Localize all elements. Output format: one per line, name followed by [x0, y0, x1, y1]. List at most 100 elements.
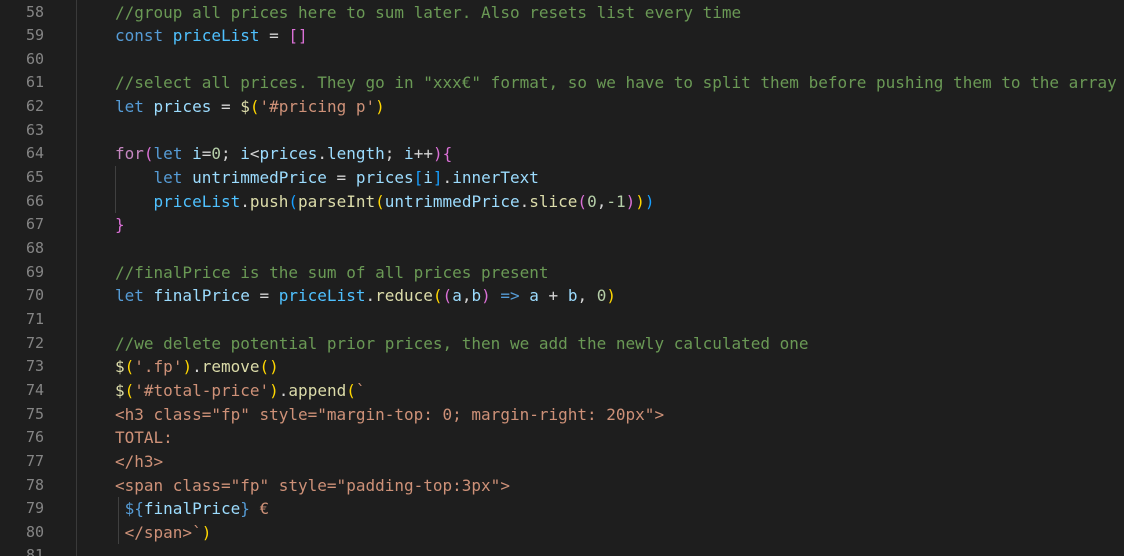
code-token: innerText — [452, 168, 539, 188]
code-line[interactable]: <h3 class="fp" style="margin-top: 0; mar… — [77, 403, 1124, 427]
code-line[interactable]: </span>`) — [77, 521, 1124, 545]
code-line[interactable]: //group all prices here to sum later. Al… — [77, 1, 1124, 25]
code-token: () — [259, 357, 279, 377]
code-line[interactable]: const priceList = [] — [77, 24, 1124, 48]
code-line[interactable]: </h3> — [77, 450, 1124, 474]
code-token: 0 — [596, 286, 607, 306]
line-number: 75 — [25, 404, 44, 423]
line-number: 81 — [25, 546, 44, 556]
line-number: 61 — [25, 73, 44, 92]
code-token: . — [442, 168, 453, 188]
code-token: ) — [269, 380, 279, 400]
code-line[interactable]: } — [77, 213, 1124, 237]
code-token: <span class="fp" style="padding-top:3px"… — [115, 475, 510, 495]
code-token: push — [249, 191, 289, 211]
code-line[interactable] — [77, 308, 1124, 332]
code-token: ( — [124, 357, 135, 377]
code-token: . — [240, 191, 250, 211]
code-token: a — [529, 286, 539, 306]
code-token: append — [288, 380, 347, 400]
code-token: prices — [259, 144, 318, 164]
code-line[interactable]: for(let i=0; i<prices.length; i++){ — [77, 142, 1124, 166]
line-number: 77 — [25, 451, 44, 470]
code-token: for — [115, 144, 144, 164]
line-number: 70 — [25, 286, 44, 305]
code-token: </h3> — [115, 451, 164, 471]
code-line[interactable]: let prices = $('#pricing p') — [77, 95, 1124, 119]
code-line[interactable] — [77, 237, 1124, 261]
code-token: , — [577, 286, 597, 306]
code-token: i — [192, 144, 202, 164]
code-line[interactable]: ${finalPrice} € — [77, 497, 1124, 521]
code-token: priceList — [153, 191, 241, 211]
line-number: 76 — [25, 428, 44, 447]
code-token: //we delete potential prior prices, then… — [115, 333, 809, 353]
line-number: 73 — [25, 357, 44, 376]
code-token: { — [442, 144, 453, 164]
code-token: ++ — [413, 144, 433, 164]
line-number: 63 — [25, 120, 44, 139]
code-token: $ — [115, 357, 125, 377]
code-token: ( — [346, 380, 356, 400]
code-token: . — [278, 380, 289, 400]
code-line[interactable]: $('#total-price').append(` — [77, 379, 1124, 403]
code-token: . — [192, 357, 202, 377]
line-number: 78 — [25, 475, 44, 494]
code-token: b — [471, 286, 482, 306]
code-token: prices — [355, 168, 414, 188]
code-line[interactable]: $('.fp').remove() — [77, 355, 1124, 379]
line-number: 69 — [25, 262, 44, 281]
code-token: ( — [375, 191, 385, 211]
code-token: . — [519, 191, 530, 211]
code-token: => — [490, 286, 530, 306]
code-line[interactable] — [77, 48, 1124, 72]
code-token: slice — [529, 191, 578, 211]
code-area[interactable]: //group all prices here to sum later. Al… — [77, 0, 1124, 556]
code-token: 0 — [587, 191, 597, 211]
code-line[interactable]: let finalPrice = priceList.reduce((a,b) … — [77, 284, 1124, 308]
code-editor[interactable]: 58 59 60 61 62 63 64 65 66 67 68 69 70 71 72 73 74 75 76 77… — [0, 0, 1124, 556]
code-token: ( — [432, 286, 443, 306]
code-token: </span>` — [115, 522, 202, 542]
code-line[interactable]: //select all prices. They go in "xxx€" f… — [77, 71, 1124, 95]
code-line[interactable]: TOTAL: — [77, 426, 1124, 450]
code-line[interactable] — [77, 119, 1124, 143]
code-line[interactable]: //finalPrice is the sum of all prices pr… — [77, 261, 1124, 285]
code-token: ( — [124, 380, 135, 400]
code-token: = — [259, 26, 289, 46]
code-line[interactable]: //we delete potential prior prices, then… — [77, 332, 1124, 356]
code-token: € — [249, 499, 270, 519]
code-token: [ — [413, 168, 424, 188]
code-token: ] — [432, 168, 443, 188]
line-number: 58 — [25, 2, 44, 21]
code-token: ( — [249, 97, 260, 117]
code-token: a — [452, 286, 462, 306]
code-token: ; — [384, 144, 405, 164]
code-token: ) — [182, 357, 193, 377]
code-line[interactable]: priceList.push(parseInt(untrimmedPrice.s… — [77, 190, 1124, 214]
code-token: ( — [442, 286, 453, 306]
code-line[interactable]: let untrimmedPrice = prices[i].innerText — [77, 166, 1124, 190]
code-token: i — [423, 168, 433, 188]
code-token: } — [115, 215, 125, 235]
code-line[interactable]: <span class="fp" style="padding-top:3px"… — [77, 474, 1124, 498]
code-token: '.fp' — [134, 357, 183, 377]
code-token: let — [115, 97, 154, 117]
code-token: parseInt — [298, 191, 376, 211]
code-token: = — [211, 97, 241, 117]
code-token: finalPrice — [143, 499, 241, 519]
line-number: 64 — [25, 144, 44, 163]
code-token: let — [153, 144, 193, 164]
code-token: ) — [606, 286, 617, 306]
code-token: 0 — [211, 144, 221, 164]
code-token: '#total-price' — [134, 380, 270, 400]
line-number: 67 — [25, 215, 44, 234]
code-line[interactable] — [77, 544, 1124, 556]
line-number: 74 — [25, 380, 44, 399]
code-token: [] — [288, 26, 308, 46]
code-token: const — [115, 26, 173, 46]
code-token: } — [240, 499, 250, 519]
code-token: reduce — [375, 286, 433, 306]
line-number: 80 — [25, 522, 44, 541]
